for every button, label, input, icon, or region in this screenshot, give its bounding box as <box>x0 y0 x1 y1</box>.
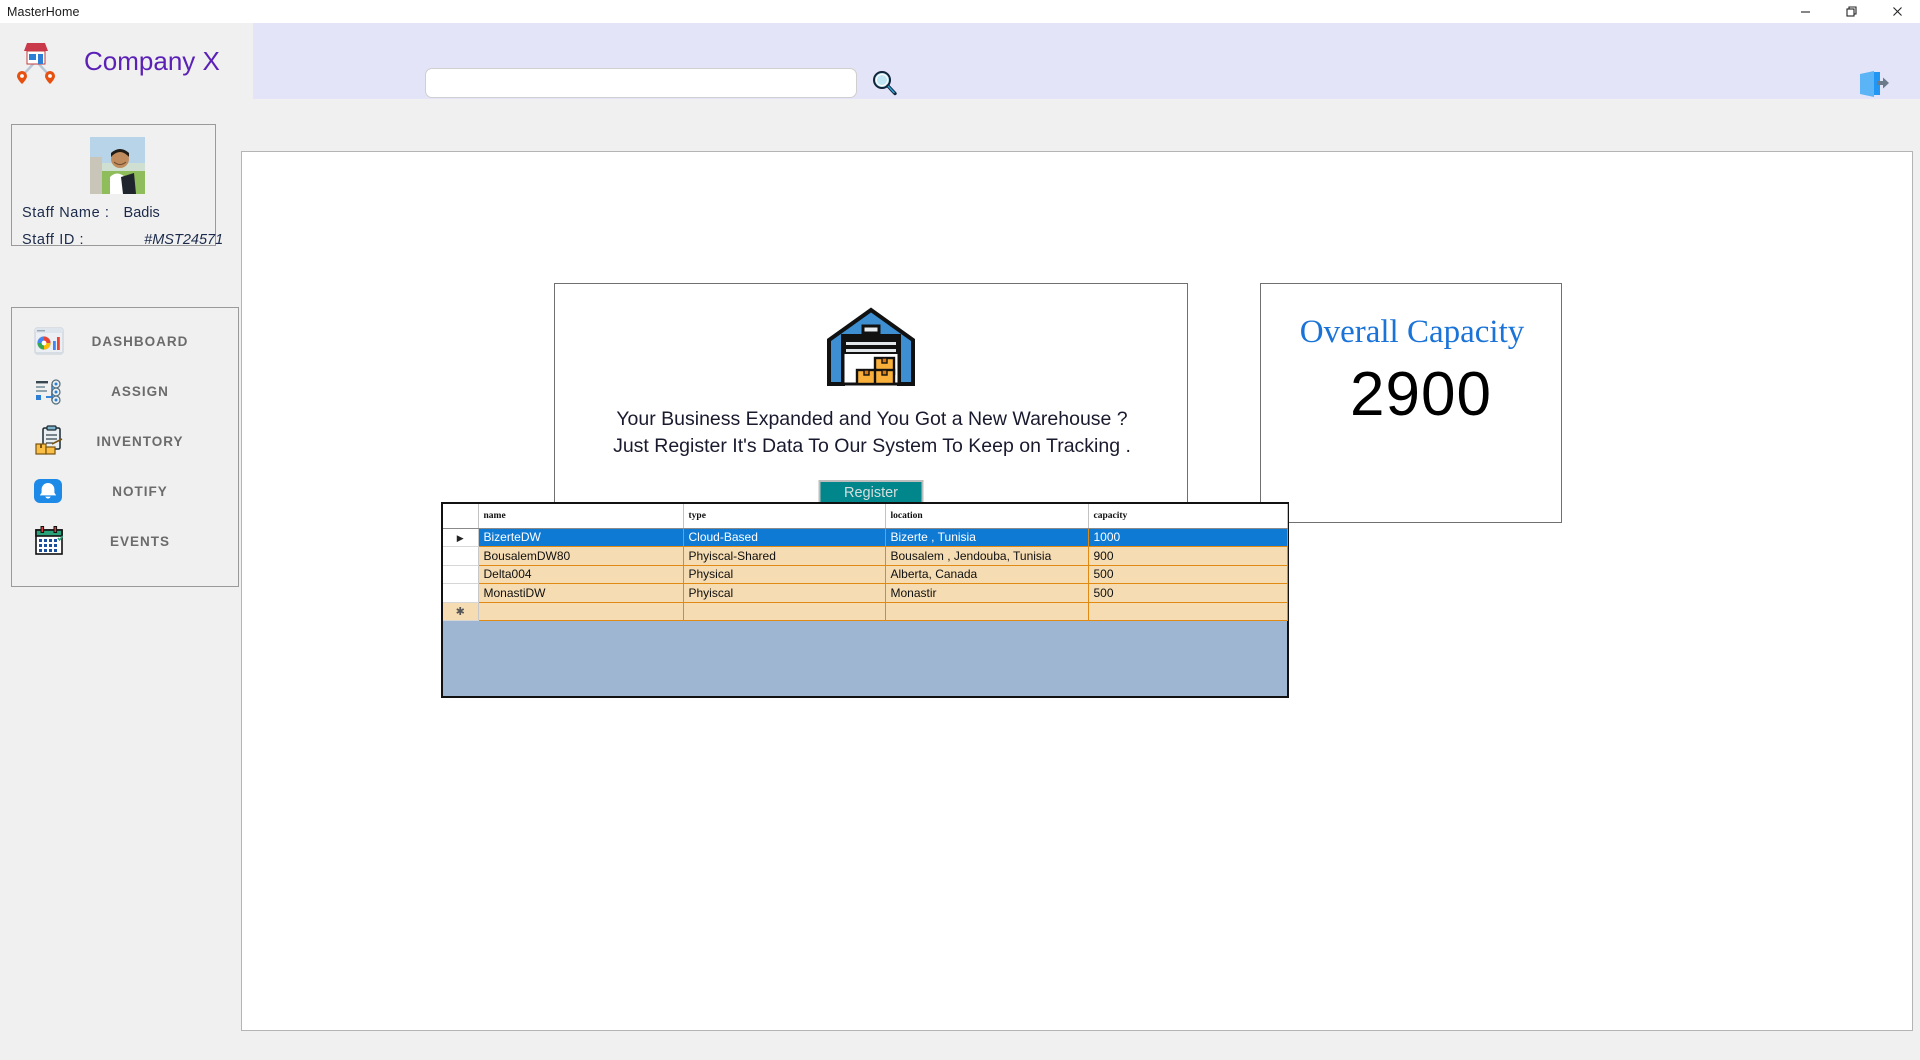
cell-name[interactable]: BizerteDW <box>478 528 684 547</box>
table-body: ▶ BizerteDW Cloud-Based Bizerte , Tunisi… <box>443 528 1288 621</box>
capacity-value: 2900 <box>1350 360 1492 429</box>
application-window: MasterHome Company X Staff Name: Badis … <box>0 0 1920 1060</box>
table-row[interactable]: Delta004 Physical Alberta, Canada 500 <box>443 565 1288 584</box>
column-header-location[interactable]: location <box>885 504 1089 529</box>
column-header-type[interactable]: type <box>683 504 886 529</box>
table-row[interactable]: ▶ BizerteDW Cloud-Based Bizerte , Tunisi… <box>443 528 1288 547</box>
cell-capacity[interactable] <box>1088 602 1288 621</box>
brand-zone: Company X <box>0 23 253 99</box>
maximize-button[interactable] <box>1828 0 1874 23</box>
column-header-name[interactable]: name <box>478 504 684 529</box>
cell-name[interactable]: MonastiDW <box>478 583 684 603</box>
cell-type[interactable]: Phyiscal <box>683 583 886 603</box>
cell-name[interactable]: Delta004 <box>478 565 684 584</box>
sidebar-item-label: NOTIFY <box>112 483 168 499</box>
avatar <box>90 137 145 194</box>
main-content: Your Business Expanded and You Got a New… <box>241 151 1913 1031</box>
staff-id-label: Staff ID : <box>22 232 85 248</box>
staff-id-row: Staff ID : #MST24571 <box>22 232 223 248</box>
cell-location[interactable] <box>885 602 1089 621</box>
new-row-asterisk-icon: ✱ <box>455 606 465 619</box>
minimize-button[interactable] <box>1782 0 1828 23</box>
warehouse-table: name type location capacity ▶ BizerteDW … <box>443 504 1288 621</box>
column-header-capacity[interactable]: capacity <box>1088 504 1288 529</box>
staff-id-value: #MST24571 <box>144 232 224 248</box>
cell-location[interactable]: Bizerte , Tunisia <box>885 528 1089 547</box>
sidebar: Staff Name : Badis Staff ID : #MST24571 <box>0 99 240 1060</box>
close-button[interactable] <box>1874 0 1920 23</box>
table-row[interactable]: MonastiDW Phyiscal Monastir 500 <box>443 583 1288 603</box>
sidebar-item-notify[interactable]: NOTIFY <box>12 466 240 516</box>
search-input[interactable] <box>425 68 857 98</box>
brand-title: Company X <box>84 45 220 76</box>
cell-name[interactable] <box>478 602 684 621</box>
search-area <box>425 68 899 98</box>
cell-type[interactable] <box>683 602 886 621</box>
promo-line-2: Just Register It's Data To Our System To… <box>613 434 1131 457</box>
dashboard-icon <box>32 324 66 358</box>
cell-capacity[interactable]: 1000 <box>1088 528 1288 547</box>
navigation-menu: DASHBOARD ASSIGN INVENTORY NOTIFY EVENTS <box>11 307 239 587</box>
cell-location[interactable]: Monastir <box>885 583 1089 603</box>
window-controls <box>1782 0 1920 23</box>
table-row[interactable]: BousalemDW80 Phyiscal-Shared Bousalem , … <box>443 546 1288 566</box>
row-selector-cell[interactable]: ▶ <box>443 528 479 547</box>
promo-line-1: Your Business Expanded and You Got a New… <box>616 408 1128 430</box>
cell-type[interactable]: Phyiscal-Shared <box>683 546 886 566</box>
window-title: MasterHome <box>7 4 80 19</box>
cell-type[interactable]: Physical <box>683 565 886 584</box>
cell-capacity[interactable]: 900 <box>1088 546 1288 566</box>
sidebar-item-label: DASHBOARD <box>91 333 189 349</box>
cell-capacity[interactable]: 500 <box>1088 565 1288 584</box>
store-network-icon <box>10 35 62 87</box>
app-header: Company X <box>0 23 1920 99</box>
row-selector-cell[interactable] <box>443 546 479 566</box>
row-selector-cell[interactable]: ✱ <box>443 602 479 621</box>
magnifier-icon[interactable] <box>869 68 899 98</box>
cell-location[interactable]: Alberta, Canada <box>885 565 1089 584</box>
capacity-title: Overall Capacity <box>1299 314 1525 350</box>
register-warehouse-card: Your Business Expanded and You Got a New… <box>554 283 1188 523</box>
warehouse-icon <box>825 306 917 388</box>
staff-name-label: Staff Name : <box>22 205 110 221</box>
cell-type[interactable]: Cloud-Based <box>683 528 886 547</box>
overall-capacity-card: Overall Capacity 2900 <box>1260 283 1562 523</box>
cell-name[interactable]: BousalemDW80 <box>478 546 684 566</box>
inventory-clipboard-icon <box>32 424 66 458</box>
warehouse-data-grid[interactable]: name type location capacity ▶ BizerteDW … <box>441 502 1289 698</box>
sidebar-item-assign[interactable]: ASSIGN <box>12 366 240 416</box>
sidebar-item-dashboard[interactable]: DASHBOARD <box>12 316 240 366</box>
row-caret-icon: ▶ <box>456 533 464 544</box>
bell-icon <box>32 474 66 508</box>
logout-door-icon[interactable] <box>1850 63 1890 103</box>
table-header: name type location capacity <box>443 504 1288 529</box>
calendar-icon <box>32 524 66 558</box>
staff-name-row: Staff Name : Badis <box>22 205 160 221</box>
cell-capacity[interactable]: 500 <box>1088 583 1288 603</box>
promo-text: Your Business Expanded and You Got a New… <box>555 406 1189 460</box>
row-selector-header <box>443 504 479 529</box>
title-bar: MasterHome <box>0 0 1920 23</box>
cell-location[interactable]: Bousalem , Jendouba, Tunisia <box>885 546 1089 566</box>
sidebar-item-inventory[interactable]: INVENTORY <box>12 416 240 466</box>
sidebar-item-label: EVENTS <box>109 533 170 549</box>
sidebar-item-events[interactable]: EVENTS <box>12 516 240 566</box>
assign-icon <box>32 374 66 408</box>
table-row-new[interactable]: ✱ <box>443 602 1288 621</box>
staff-name-value: Badis <box>123 205 160 221</box>
header-band <box>253 23 1920 99</box>
sidebar-item-label: ASSIGN <box>111 383 169 399</box>
row-selector-cell[interactable] <box>443 565 479 584</box>
staff-profile-card: Staff Name : Badis Staff ID : #MST24571 <box>11 124 223 248</box>
sidebar-item-label: INVENTORY <box>96 433 184 449</box>
row-selector-cell[interactable] <box>443 583 479 603</box>
